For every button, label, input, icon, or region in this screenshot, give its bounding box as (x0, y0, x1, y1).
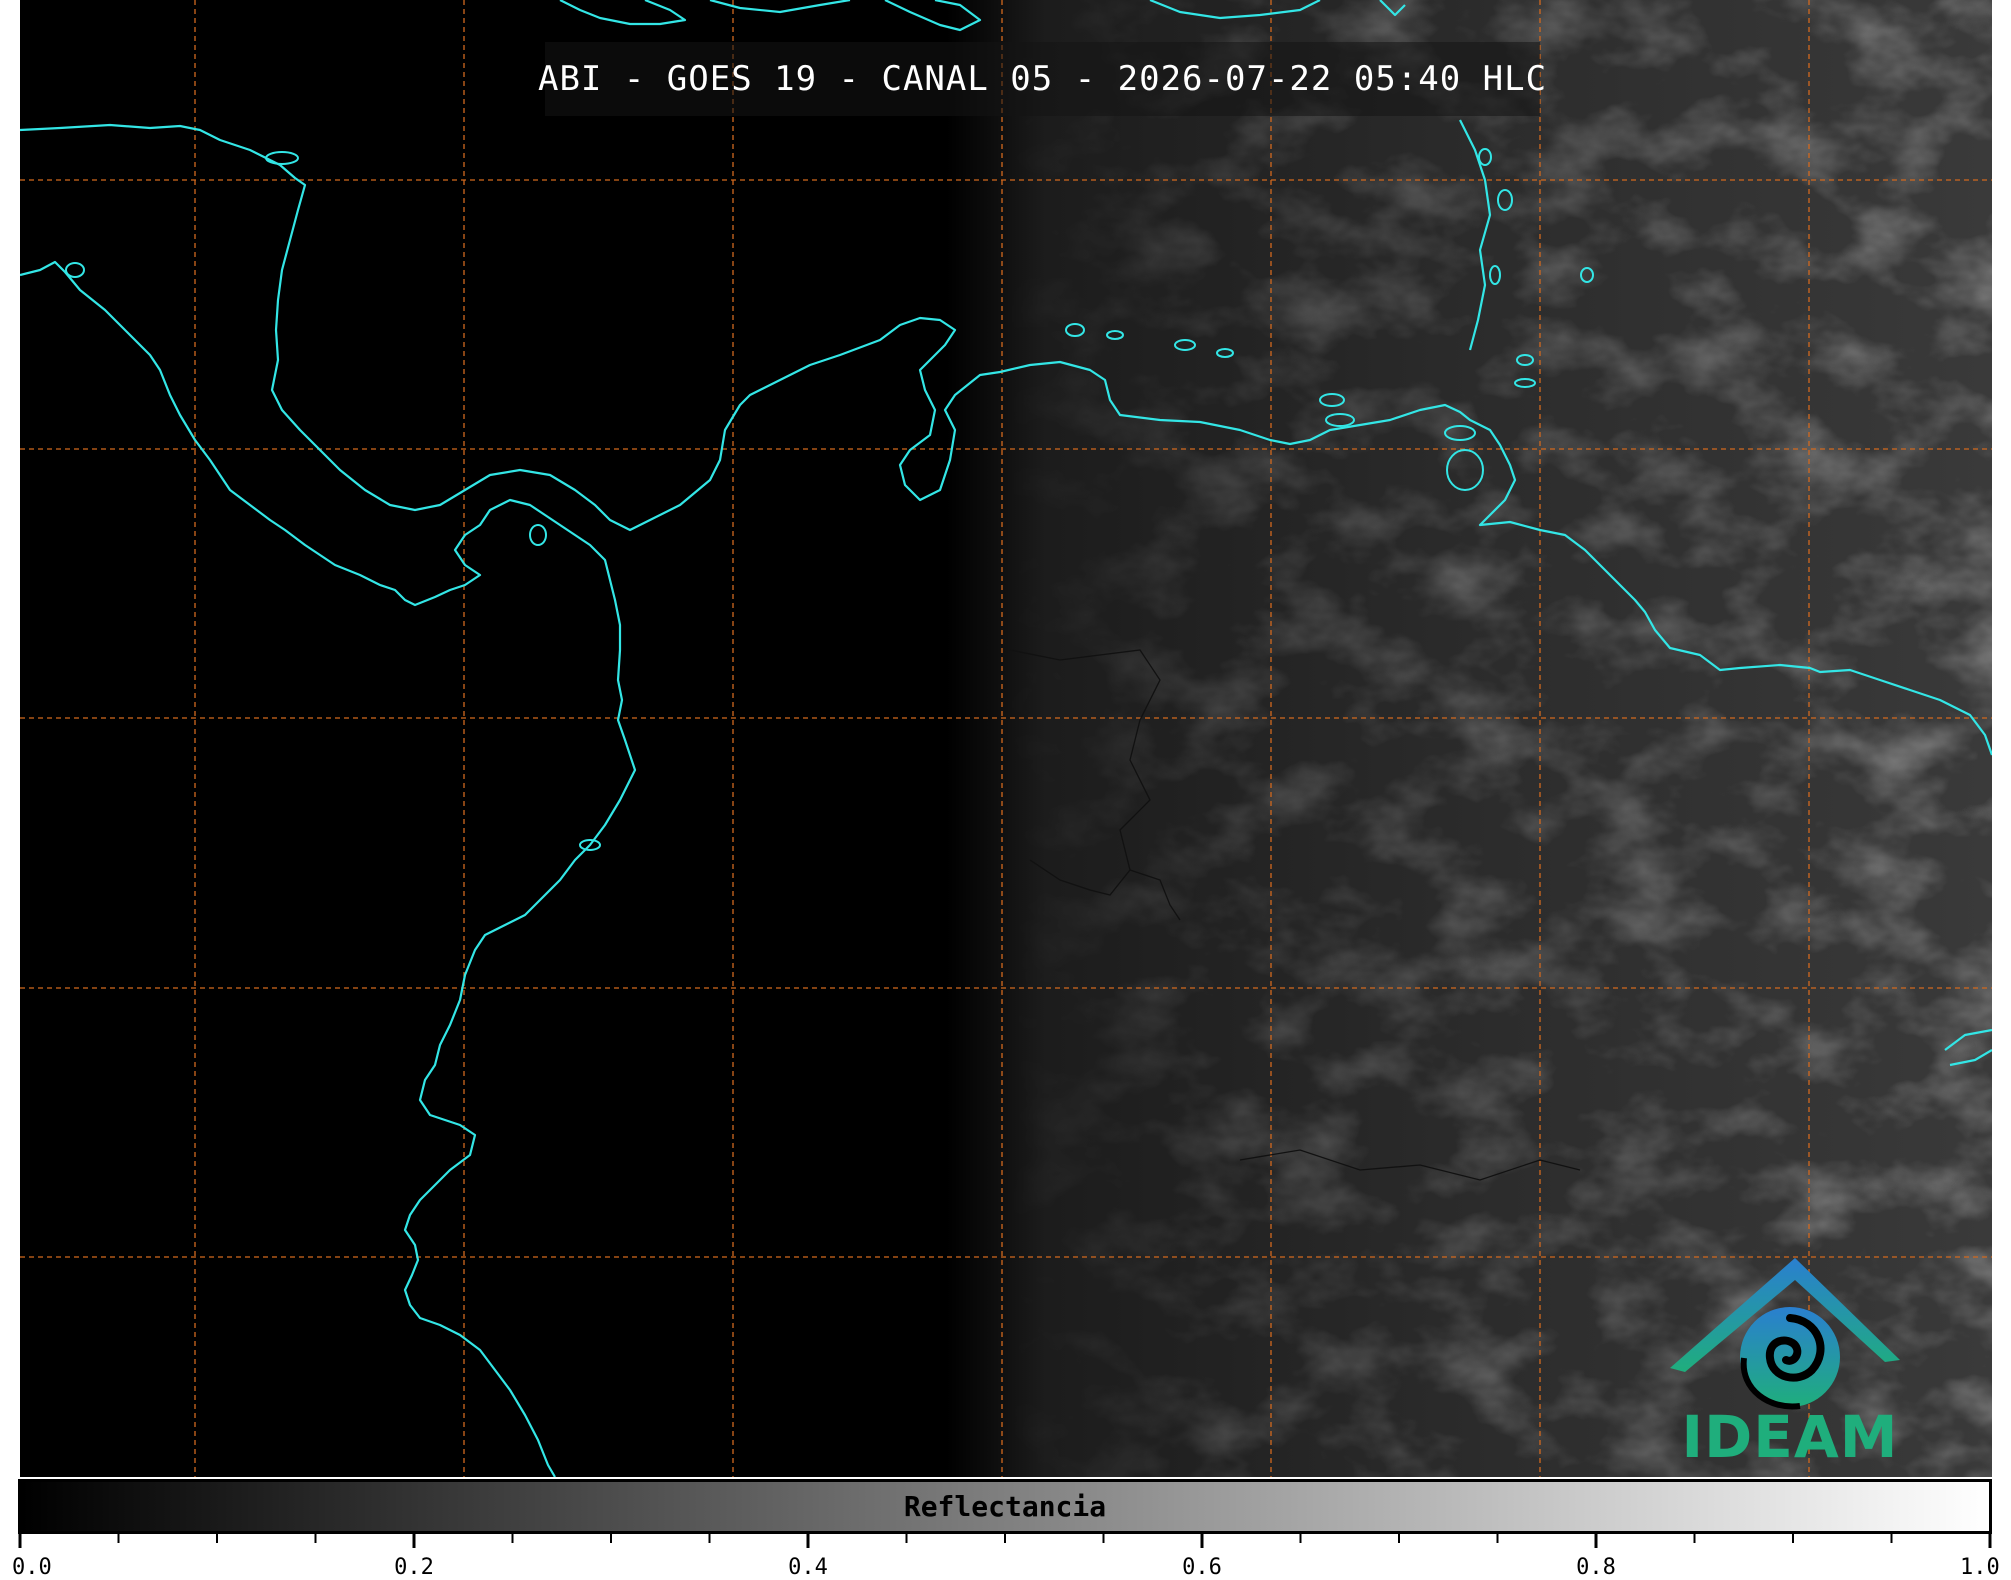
page-title: ABI - GOES 19 - CANAL 05 - 2026-07-22 05… (537, 59, 1548, 99)
logo-text: IDEAM (1681, 1403, 1899, 1471)
colorbar-tick-label: 0.8 (1576, 1555, 1616, 1580)
ideam-mountain-swirl-icon (1670, 1258, 1900, 1410)
colorbar-label: Reflectancia (903, 1490, 1107, 1523)
satellite-map: ABI - GOES 19 - CANAL 05 - 2026-07-22 05… (20, 0, 1992, 1477)
colorbar-tick-label: 0.2 (394, 1555, 434, 1580)
colorbar: Reflectancia (18, 1479, 1992, 1534)
colorbar-tick-label: 0.0 (12, 1555, 52, 1580)
ideam-logo: IDEAM (1660, 1250, 1920, 1475)
title-banner: ABI - GOES 19 - CANAL 05 - 2026-07-22 05… (537, 42, 1548, 116)
colorbar-ticks (18, 1534, 1992, 1548)
colorbar-tick-label: 0.4 (788, 1555, 828, 1580)
colorbar-tick-label: 0.6 (1182, 1555, 1222, 1580)
colorbar-tick-label: 1.0 (1960, 1555, 2000, 1580)
